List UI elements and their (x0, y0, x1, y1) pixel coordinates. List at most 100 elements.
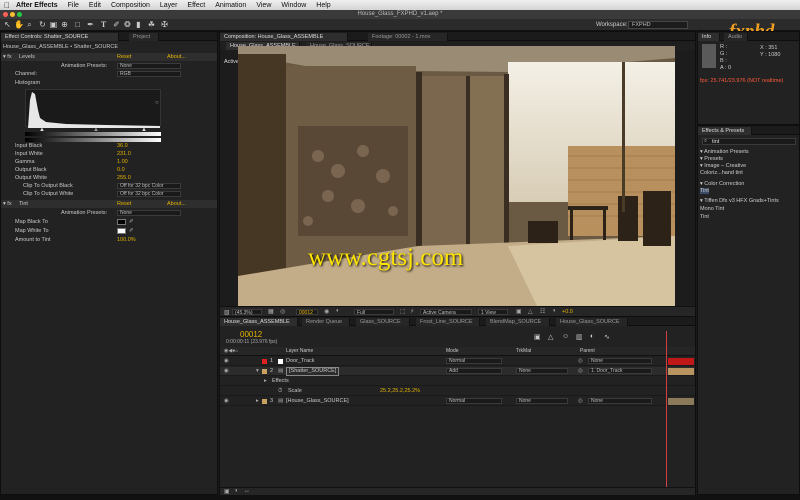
levels-presets-dropdown[interactable]: None (117, 63, 181, 69)
layer-label-color[interactable] (262, 359, 267, 364)
layer-trkmat-dropdown[interactable]: None (516, 398, 568, 404)
tab-blendmap-source[interactable]: BlendMap_SOURCE (486, 318, 550, 326)
view-layout-dropdown[interactable]: 1 View (478, 309, 508, 316)
current-time-indicator[interactable] (666, 331, 667, 491)
scale-value[interactable]: 25.2,25.2,25.2% (380, 387, 420, 396)
tab-composition[interactable]: Composition: House_Glass_ASSEMBLE (220, 33, 348, 41)
column-mode[interactable]: Mode (446, 347, 459, 356)
layer-duration-bar[interactable] (668, 368, 694, 375)
tab-render-queue[interactable]: Render Queue (302, 318, 350, 326)
layer-mode-dropdown[interactable]: Normal (446, 358, 502, 364)
menu-edit[interactable]: Edit (89, 2, 101, 9)
layer-row[interactable]: ◉ ▸ 3 ▤ [House_Glass_SOURCE] Normal None… (220, 397, 695, 406)
output-black-value[interactable]: 0.0 (117, 166, 125, 174)
snapshot-icon[interactable]: ◉ (324, 308, 329, 315)
magnification-dropdown[interactable]: (45.3%) (232, 309, 262, 316)
amount-to-tint-value[interactable]: 100.0% (117, 236, 136, 244)
preset-row-animation-presets[interactable]: ▾ Animation Presets (700, 149, 749, 155)
motion-blur-icon[interactable]: ◐ (590, 333, 594, 340)
layer-expand-icon[interactable]: ▾ (256, 367, 259, 376)
tab-audio[interactable]: Audio (724, 33, 748, 41)
clone-stamp-tool-icon[interactable]: ❂ (123, 20, 132, 29)
scale-property-row[interactable]: ⏱ Scale 25.2,25.2,25.2% (220, 387, 695, 396)
tab-project[interactable]: Project (129, 33, 159, 41)
timeline-timecode[interactable]: 00012 (240, 330, 262, 339)
flowchart-icon[interactable]: ☷ (540, 308, 545, 315)
clip-output-white-dropdown[interactable]: Off for 32 bpc Color (117, 191, 181, 197)
comp-mini-flowchart-icon[interactable]: ▣ (534, 333, 541, 341)
preset-row-color-correction[interactable]: ▾ Color Correction (700, 181, 744, 187)
tint-fx-icon[interactable]: ▾ fx (3, 200, 12, 208)
effect-levels-header[interactable]: ▾ fx Levels Reset About... (1, 53, 217, 61)
tab-timeline-house-glass-assemble[interactable]: House_Glass_ASSEMBLE (220, 318, 298, 326)
toggle-modes-icon[interactable]: ◑ (234, 488, 238, 494)
effects-expand-icon[interactable]: ▸ (264, 377, 267, 386)
effect-tint-header[interactable]: ▾ fx Tint Reset About... (1, 200, 217, 208)
preset-row-tiffen-tint[interactable]: Tint (700, 214, 709, 220)
column-parent[interactable]: Parent (580, 347, 595, 356)
tab-glass-source[interactable]: Glass_SOURCE (356, 318, 410, 326)
show-channel-icon[interactable]: ◐ (336, 308, 340, 314)
toggle-transparency-icon[interactable]: ▧ (224, 309, 230, 316)
hand-tool-icon[interactable]: ✋ (14, 20, 24, 29)
brush-tool-icon[interactable]: ✐ (112, 20, 121, 29)
layer-expand-icon[interactable]: ▸ (256, 397, 259, 406)
layer-visibility-icon[interactable]: ◉ (224, 367, 229, 376)
map-black-eyedropper-icon[interactable]: ✐ (129, 218, 134, 226)
draft-3d-icon[interactable]: △ (548, 333, 553, 341)
layer-parent-dropdown[interactable]: None (588, 398, 652, 404)
layer-row[interactable]: ◉ 1 Door_Track Normal ◎ None (220, 357, 695, 366)
current-time-display[interactable]: 00012 (296, 309, 318, 316)
layer-label-color[interactable] (262, 369, 267, 374)
preset-row-image-creative[interactable]: ▾ Image – Creative (700, 163, 746, 169)
tab-effects-presets[interactable]: Effects & Presets (698, 127, 752, 135)
layer-name[interactable]: Door_Track (286, 357, 315, 366)
camera-view-dropdown[interactable]: Active Camera (420, 309, 472, 316)
graph-editor-icon[interactable]: ∿ (604, 333, 610, 341)
layer-visibility-icon[interactable]: ◉ (224, 357, 229, 366)
stopwatch-icon[interactable]: ⏱ (278, 387, 282, 396)
menu-app[interactable]: After Effects (16, 2, 58, 9)
tint-reset-link[interactable]: Reset (117, 200, 131, 208)
parent-pickwhip-icon[interactable]: ◎ (578, 397, 583, 406)
layer-name[interactable]: [Shatter_SOURCE] (286, 367, 340, 376)
column-layer-name[interactable]: Layer Name (286, 347, 313, 356)
rectangle-tool-icon[interactable]: □ (73, 20, 82, 29)
layer-duration-bar[interactable] (668, 398, 694, 405)
tab-effect-controls[interactable]: Effect Controls: Shatter_SOURCE (1, 33, 119, 41)
layer-visibility-icon[interactable]: ◉ (224, 397, 229, 406)
pixel-aspect-icon[interactable]: ▣ (516, 308, 522, 315)
shy-layers-icon[interactable]: ☺ (562, 333, 569, 340)
rotate-tool-icon[interactable]: ↻ (38, 20, 47, 29)
tab-frost-line-source[interactable]: Frost_Line_SOURCE (416, 318, 480, 326)
preset-row-mono-tint[interactable]: Mono Tint (700, 206, 724, 212)
effects-search-input[interactable]: ⌕ tint (702, 138, 796, 145)
menu-view[interactable]: View (256, 2, 271, 9)
gamma-slider-handle[interactable]: ▲ (93, 127, 99, 133)
fast-previews-icon[interactable]: ⚡ (410, 308, 414, 315)
levels-fx-icon[interactable]: ▾ fx (3, 53, 12, 61)
gamma-value[interactable]: 1.00 (117, 158, 128, 166)
parent-pickwhip-icon[interactable]: ◎ (578, 357, 583, 366)
clip-output-black-dropdown[interactable]: Off for 32 bpc Color (117, 183, 181, 189)
tab-info[interactable]: Info (698, 33, 720, 41)
resolution-dropdown[interactable]: Full (354, 309, 394, 316)
menu-animation[interactable]: Animation (215, 2, 246, 9)
camera-tool-icon[interactable]: ▣ (49, 20, 58, 29)
tint-presets-dropdown[interactable]: None (117, 210, 181, 216)
composition-viewer[interactable]: www.cgtsj.com (238, 46, 675, 308)
tint-about-link[interactable]: About... (167, 200, 186, 208)
selection-tool-icon[interactable]: ↖ (3, 20, 12, 29)
map-white-color-swatch[interactable] (117, 228, 126, 234)
preset-row-tiffen-dfx[interactable]: ▾ Tiffen Dfx v3 HFX Grads+Tints (700, 198, 779, 204)
exposure-value[interactable]: +0.0 (562, 309, 573, 315)
pan-behind-tool-icon[interactable]: ⊕ (60, 20, 69, 29)
menu-file[interactable]: File (68, 2, 79, 9)
menu-layer[interactable]: Layer (160, 2, 178, 9)
layer-name[interactable]: [House_Glass_SOURCE] (286, 397, 349, 406)
channel-dropdown[interactable]: RGB (117, 71, 181, 77)
minimize-window-button[interactable] (10, 12, 15, 17)
menu-window[interactable]: Window (281, 2, 306, 9)
input-black-slider-handle[interactable]: ▲ (39, 127, 45, 133)
zoom-window-button[interactable] (17, 12, 22, 17)
